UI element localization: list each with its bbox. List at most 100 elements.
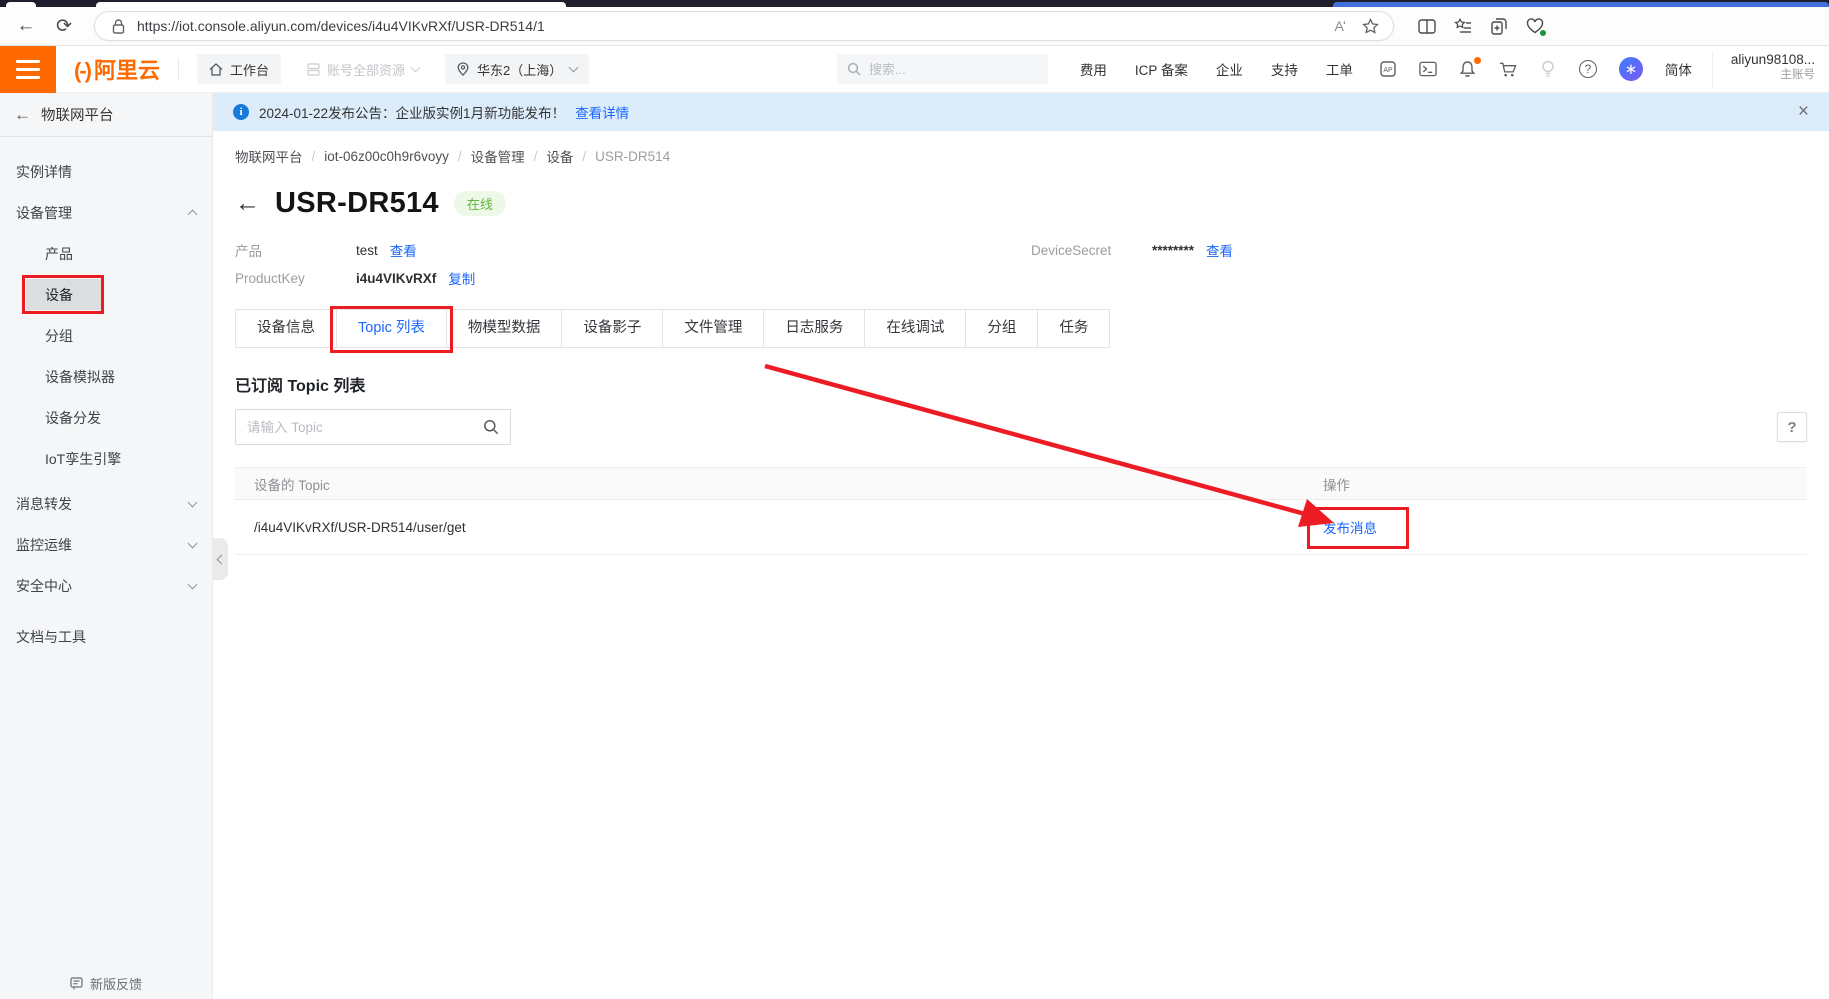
tab-device-shadow[interactable]: 设备影子 — [562, 310, 663, 347]
sidebar-item-label: 安全中心 — [16, 576, 72, 596]
sidebar-item-device-distribution[interactable]: 设备分发 — [0, 397, 212, 438]
hamburger-menu-button[interactable] — [0, 46, 56, 93]
device-info: 产品 test 查看 ProductKey i4u4VIKvRXf 复制 Dev… — [235, 236, 1807, 292]
sidebar-item-devices[interactable]: 设备 — [0, 274, 212, 315]
notification-dot — [1474, 57, 1481, 64]
sidebar-item-instance-details[interactable]: 实例详情 — [0, 151, 212, 192]
tab-tasks[interactable]: 任务 — [1038, 310, 1109, 347]
nav-link-enterprise[interactable]: 企业 — [1216, 59, 1243, 79]
sidebar-item-groups[interactable]: 分组 — [0, 315, 212, 356]
sidebar-item-label: 设备 — [45, 285, 73, 305]
chevron-down-icon — [188, 538, 198, 548]
online-status-badge: 在线 — [454, 191, 506, 216]
help-button[interactable]: ? — [1777, 412, 1807, 442]
topic-search-box[interactable] — [235, 409, 511, 445]
sidebar-collapse-handle[interactable] — [213, 538, 228, 580]
lightbulb-icon[interactable] — [1539, 60, 1557, 78]
sidebar-item-docs-tools[interactable]: 文档与工具 — [0, 616, 212, 657]
app-icon[interactable]: AP — [1379, 60, 1397, 78]
sidebar-item-label: 设备模拟器 — [45, 367, 115, 387]
global-search-input[interactable] — [869, 62, 1019, 77]
language-toggle[interactable]: 简体 — [1665, 59, 1692, 79]
add-tab-copy-icon[interactable] — [1490, 17, 1508, 35]
sidebar-item-security-center[interactable]: 安全中心 — [0, 565, 212, 606]
tab-log-service[interactable]: 日志服务 — [764, 310, 865, 347]
tab-online-debug[interactable]: 在线调试 — [865, 310, 966, 347]
aliyun-logo-mark: (-) — [74, 58, 90, 84]
page-back-arrow[interactable]: ← — [235, 189, 260, 218]
workbench-button[interactable]: 工作台 — [197, 54, 281, 84]
search-icon[interactable] — [483, 419, 499, 435]
region-select[interactable]: 华东2（上海） — [445, 54, 589, 84]
browser-back-button[interactable]: ← — [10, 10, 42, 42]
breadcrumb-item[interactable]: 物联网平台 — [235, 146, 303, 166]
productkey-copy-link[interactable]: 复制 — [448, 268, 475, 288]
aliyun-logo[interactable]: (-) 阿里云 — [74, 53, 160, 85]
announcement-detail-link[interactable]: 查看详情 — [575, 102, 629, 122]
tab-file-management[interactable]: 文件管理 — [663, 310, 764, 347]
url-text[interactable]: https://iot.console.aliyun.com/devices/i… — [137, 18, 545, 34]
collections-icon[interactable] — [1454, 17, 1472, 35]
sidebar-item-label: 产品 — [45, 244, 73, 264]
nav-link-ticket[interactable]: 工单 — [1326, 59, 1353, 79]
breadcrumb-item[interactable]: 设备 — [546, 146, 573, 166]
publish-message-link[interactable]: 发布消息 — [1323, 521, 1377, 536]
sidebar-item-device-simulator[interactable]: 设备模拟器 — [0, 356, 212, 397]
devicesecret-label: DeviceSecret — [1031, 243, 1152, 258]
lock-icon — [109, 17, 127, 35]
breadcrumb-separator: / — [534, 149, 538, 164]
tab-groups[interactable]: 分组 — [966, 310, 1038, 347]
banner-close-icon[interactable]: × — [1798, 101, 1809, 123]
product-label: 产品 — [235, 240, 356, 260]
tab-thing-model-data[interactable]: 物模型数据 — [447, 310, 563, 347]
chevron-left-icon — [217, 554, 227, 564]
global-search[interactable] — [837, 54, 1048, 84]
nav-link-support[interactable]: 支持 — [1271, 59, 1298, 79]
sidebar-item-label: 设备管理 — [16, 203, 72, 223]
sidebar-item-device-management[interactable]: 设备管理 — [0, 192, 212, 233]
sidebar-item-products[interactable]: 产品 — [0, 233, 212, 274]
browser-tab-fragment-right — [1333, 2, 1829, 7]
address-bar[interactable]: https://iot.console.aliyun.com/devices/i… — [94, 11, 1394, 41]
browser-refresh-button[interactable]: ⟳ — [48, 10, 80, 42]
devicesecret-view-link[interactable]: 查看 — [1206, 240, 1233, 260]
cart-icon[interactable] — [1499, 60, 1517, 78]
account-resources-select[interactable]: 账号全部资源 — [307, 60, 419, 79]
tab-topic-list[interactable]: Topic 列表 — [337, 310, 447, 347]
terminal-icon[interactable] — [1419, 60, 1437, 78]
chevron-down-icon — [188, 497, 198, 507]
page-title: USR-DR514 — [275, 187, 439, 220]
tab-device-info[interactable]: 设备信息 — [236, 310, 337, 347]
topic-search-input[interactable] — [247, 420, 483, 435]
breadcrumb-item[interactable]: iot-06z00c0h9r6voyy — [324, 149, 449, 164]
split-screen-icon[interactable] — [1418, 17, 1436, 35]
nav-link-billing[interactable]: 费用 — [1080, 59, 1107, 79]
essentials-status-dot — [1539, 29, 1547, 37]
sidebar-item-iot-twin-engine[interactable]: IoT孪生引擎 — [0, 438, 212, 479]
chevron-down-icon — [411, 63, 421, 73]
product-view-link[interactable]: 查看 — [390, 240, 417, 260]
feedback-label: 新版反馈 — [90, 974, 142, 993]
chevron-up-icon — [188, 209, 198, 219]
avatar[interactable]: ∗ — [1619, 57, 1643, 81]
breadcrumb-item[interactable]: 设备管理 — [471, 146, 525, 166]
breadcrumb-separator: / — [312, 149, 316, 164]
sidebar-item-message-forwarding[interactable]: 消息转发 — [0, 483, 212, 524]
account-menu[interactable]: aliyun98108... 主账号 — [1712, 51, 1829, 87]
workbench-label: 工作台 — [230, 60, 269, 79]
sidebar-active-highlight[interactable]: 设备 — [26, 279, 101, 310]
sidebar-header[interactable]: ← 物联网平台 — [0, 93, 212, 137]
browser-essentials-icon[interactable] — [1526, 17, 1544, 35]
divider — [178, 58, 179, 80]
sidebar: ← 物联网平台 实例详情 设备管理 产品 设备 分组 — [0, 93, 213, 999]
help-circle-icon[interactable]: ? — [1579, 60, 1597, 78]
feedback-button[interactable]: 新版反馈 — [0, 974, 212, 993]
nav-link-icp[interactable]: ICP 备案 — [1135, 59, 1188, 79]
topic-table: 设备的 Topic 操作 /i4u4VIKvRXf/USR-DR514/user… — [235, 467, 1807, 555]
sidebar-item-monitoring-ops[interactable]: 监控运维 — [0, 524, 212, 565]
sidebar-title: 物联网平台 — [41, 104, 114, 125]
back-arrow-icon[interactable]: ← — [14, 105, 31, 125]
notification-bell-icon[interactable] — [1459, 60, 1477, 78]
favorite-star-icon[interactable] — [1361, 17, 1379, 35]
read-aloud-icon[interactable]: Aʻ — [1335, 18, 1345, 34]
